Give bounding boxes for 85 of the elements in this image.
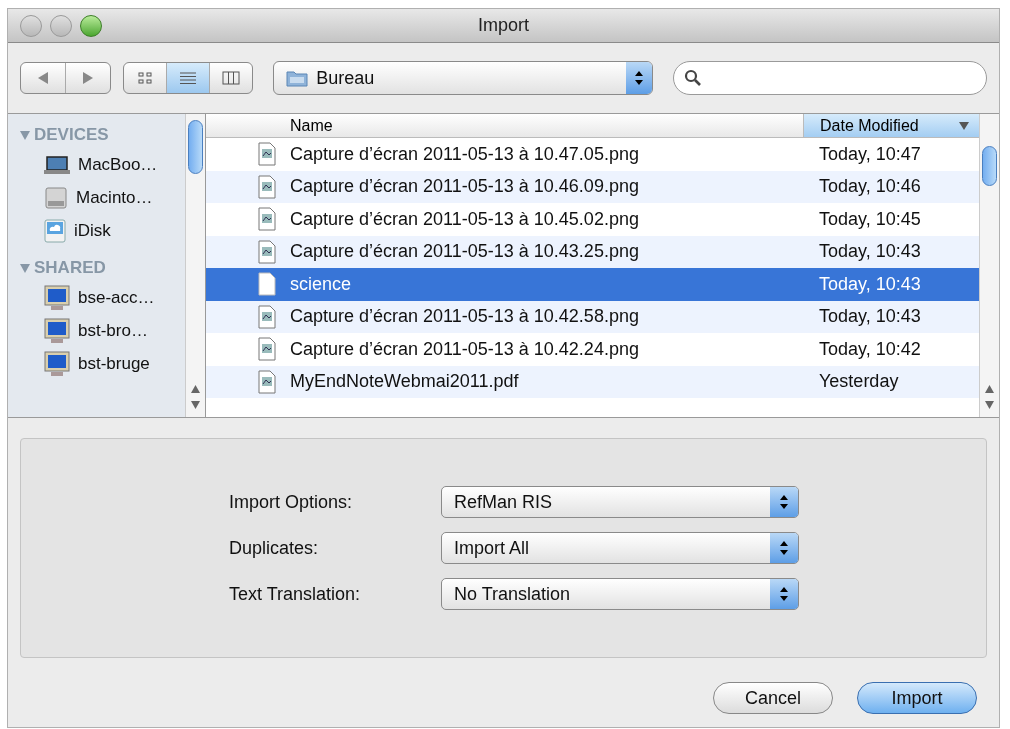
- cloud-drive-icon: [44, 218, 66, 243]
- image-file-icon: [258, 207, 276, 232]
- date-modified: Today, 10:43: [818, 305, 922, 329]
- disclosure-triangle-icon[interactable]: [20, 263, 30, 273]
- scroll-down-arrow-icon[interactable]: [191, 401, 200, 409]
- option-popup[interactable]: No Translation: [441, 578, 799, 610]
- column-header[interactable]: Date Modified: [803, 114, 979, 137]
- file-row[interactable]: MyEndNoteWebmai2011.pdf Yesterday: [206, 365, 979, 398]
- forward-arrow-icon[interactable]: [82, 72, 93, 84]
- view-mode-control[interactable]: [122, 62, 254, 94]
- disclosure-triangle-icon[interactable]: [20, 130, 30, 140]
- file-name: Capture d’écran 2011-05-13 à 10.46.09.png: [290, 175, 640, 199]
- option-label: Import Options:: [229, 490, 354, 514]
- location-text: Bureau: [316, 66, 375, 90]
- sidebar-scrollbar[interactable]: [185, 114, 205, 417]
- import-button[interactable]: Import: [857, 682, 977, 714]
- file-name: Capture d’écran 2011-05-13 à 10.43.25.png: [290, 240, 640, 264]
- back-arrow-icon[interactable]: [37, 72, 48, 84]
- monitor-icon: [44, 350, 70, 377]
- date-modified: Today, 10:47: [818, 142, 922, 166]
- window-title: Import: [478, 14, 529, 37]
- date-modified: Today, 10:42: [818, 337, 922, 361]
- sidebar-item[interactable]: bse-acc…: [78, 284, 155, 311]
- file-name: Capture d’écran 2011-05-13 à 10.42.58.png: [290, 305, 640, 329]
- back-forward-control[interactable]: [20, 62, 111, 94]
- list-scrollbar[interactable]: [979, 114, 999, 417]
- sidebar-item[interactable]: iDisk: [74, 217, 111, 244]
- column-header[interactable]: Name: [206, 114, 803, 137]
- cancel-button[interactable]: Cancel: [713, 682, 833, 714]
- search-field[interactable]: [672, 61, 987, 95]
- list-view-button[interactable]: [166, 63, 210, 93]
- zoom-button[interactable]: [80, 14, 102, 37]
- columns-icon: [222, 71, 241, 85]
- file-name: science: [290, 272, 353, 296]
- option-label: Text Translation:: [229, 582, 362, 606]
- sidebar-item[interactable]: bst-bro…: [78, 317, 148, 344]
- sidebar-item[interactable]: MacBoo…: [78, 151, 158, 178]
- document-icon: [258, 272, 276, 297]
- date-modified: Today, 10:45: [818, 207, 922, 231]
- option-popup[interactable]: Import All: [441, 532, 799, 564]
- file-name: Capture d’écran 2011-05-13 à 10.42.24.png: [290, 337, 640, 361]
- scroll-up-arrow-icon[interactable]: [985, 385, 994, 393]
- file-row[interactable]: science Today, 10:43: [206, 268, 979, 301]
- scroll-thumb[interactable]: [982, 146, 997, 186]
- date-modified: Today, 10:46: [818, 175, 922, 199]
- laptop-icon: [44, 154, 70, 175]
- image-file-icon: [258, 337, 276, 362]
- section-heading: SHARED: [34, 257, 106, 280]
- section-heading: DEVICES: [34, 124, 109, 147]
- date-modified: Yesterday: [818, 370, 900, 394]
- image-file-icon: [258, 174, 276, 199]
- option-popup[interactable]: RefMan RIS: [441, 486, 799, 518]
- image-file-icon: [258, 239, 276, 264]
- file-row[interactable]: Capture d’écran 2011-05-13 à 10.46.09.png Today, 10:46: [206, 170, 979, 203]
- monitor-icon: [44, 284, 70, 311]
- location-popup[interactable]: Bureau: [273, 61, 653, 95]
- date-modified: Today, 10:43: [818, 272, 922, 296]
- sidebar-item[interactable]: bst-bruge: [78, 350, 150, 377]
- image-file-icon: [258, 142, 276, 167]
- search-icon: [683, 69, 702, 87]
- scroll-thumb[interactable]: [188, 120, 203, 174]
- scroll-down-arrow-icon[interactable]: [985, 401, 994, 409]
- close-button[interactable]: [20, 14, 42, 37]
- scroll-up-arrow-icon[interactable]: [191, 385, 200, 393]
- image-file-icon: [258, 304, 276, 329]
- sidebar-item[interactable]: Macinto…: [76, 184, 153, 211]
- sort-arrow-icon: [959, 121, 969, 130]
- hard-drive-icon: [44, 185, 68, 210]
- image-file-icon: [258, 369, 276, 394]
- folder-icon: [286, 69, 309, 87]
- file-row[interactable]: Capture d’écran 2011-05-13 à 10.42.58.png Today, 10:43: [206, 300, 979, 333]
- popup-arrows-icon: [634, 71, 643, 85]
- popup-arrows-icon: [780, 495, 788, 509]
- date-modified: Today, 10:43: [818, 240, 922, 264]
- option-label: Duplicates:: [229, 536, 320, 560]
- minimize-button[interactable]: [50, 14, 72, 37]
- file-row[interactable]: Capture d’écran 2011-05-13 à 10.43.25.png Today, 10:43: [206, 235, 979, 268]
- file-name: Capture d’écran 2011-05-13 à 10.47.05.png: [290, 142, 640, 166]
- list-icon: [179, 71, 198, 85]
- file-name: MyEndNoteWebmai2011.pdf: [290, 370, 520, 394]
- file-name: Capture d’écran 2011-05-13 à 10.45.02.png: [290, 207, 640, 231]
- popup-arrows-icon: [780, 587, 788, 601]
- popup-arrows-icon: [780, 541, 788, 555]
- monitor-icon: [44, 317, 70, 344]
- grid-icon: [136, 71, 153, 85]
